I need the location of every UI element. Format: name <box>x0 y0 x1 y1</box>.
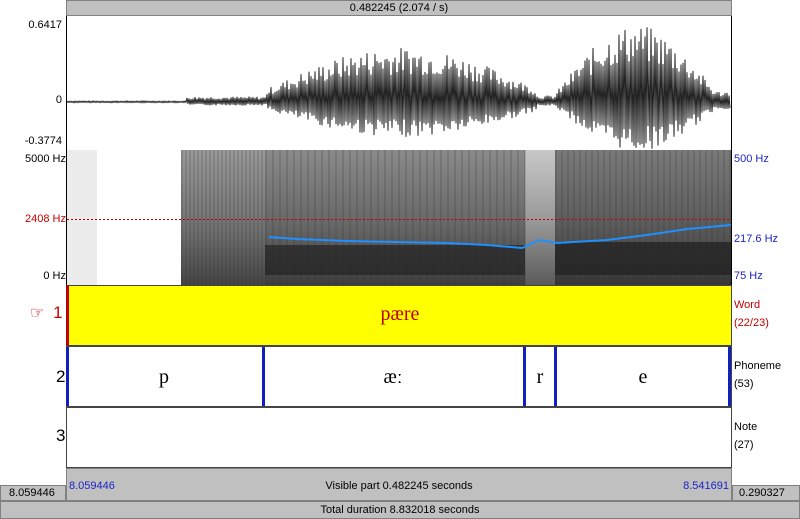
tier-3-number[interactable]: 3 <box>56 426 65 446</box>
total-duration-bar[interactable]: Total duration 8.832018 seconds <box>0 501 800 519</box>
tier-2-number[interactable]: 2 <box>56 367 65 387</box>
tier-1-count: (22/23) <box>734 317 769 329</box>
visible-end-time: 8.541691 <box>683 480 729 492</box>
tier-3-name[interactable]: Note <box>734 421 757 433</box>
selection-duration-bar[interactable]: 0.482245 (2.074 / s) <box>66 0 732 16</box>
visible-part-label: Visible part 0.482245 seconds <box>325 480 473 492</box>
tier-2-phoneme-tier[interactable]: p æː r e <box>66 346 732 407</box>
phoneme-e[interactable]: e <box>639 366 648 389</box>
spectrogram-panel[interactable] <box>66 150 732 285</box>
phoneme-p[interactable]: p <box>159 366 169 389</box>
tier-1-number: 1 <box>53 303 63 322</box>
selection-duration-label: 0.482245 (2.074 / s) <box>349 2 449 14</box>
pitch-value-label: 217.6 Hz <box>734 233 779 245</box>
spectrogram-freq-top-label: 5000 Hz <box>25 153 66 165</box>
waveform-max-label: 0.6417 <box>28 19 62 31</box>
tier-1-name[interactable]: Word <box>734 299 760 311</box>
tier-1-number-area[interactable]: ☞ 1 <box>30 303 63 323</box>
tier-1-row: ☞ 1 pære Word (22/23) <box>0 285 800 346</box>
phoneme-boundary[interactable] <box>66 347 69 406</box>
left-time-bar[interactable]: 8.059446 <box>0 485 66 501</box>
tier-3-row: 3 Note (27) <box>0 407 800 468</box>
right-time-label: 0.290327 <box>739 487 785 499</box>
tier-3-count: (27) <box>734 439 754 451</box>
waveform-min-label: -0.3774 <box>24 135 62 147</box>
tier-1-word-interval[interactable]: pære <box>66 285 732 346</box>
waveform-panel[interactable] <box>66 16 732 150</box>
waveform-zero-label: 0 <box>55 94 62 106</box>
tier-2-name[interactable]: Phoneme <box>734 360 781 372</box>
pointer-icon: ☞ <box>30 305 45 322</box>
phoneme-ae[interactable]: æː <box>384 366 403 389</box>
left-time-label: 8.059446 <box>9 487 55 499</box>
tier-2-row: 2 p æː r e Phoneme (53) <box>0 346 800 407</box>
tier-2-count: (53) <box>734 378 754 390</box>
right-time-bar[interactable]: 0.290327 <box>732 485 800 501</box>
spectrogram-cursor-freq-label: 2408 Hz <box>25 213 66 225</box>
word-interval-text: pære <box>380 303 420 325</box>
phoneme-r[interactable]: r <box>537 366 544 389</box>
spectrogram-freq-bottom-label: 0 Hz <box>43 270 66 282</box>
visible-part-bar[interactable]: 8.059446 Visible part 0.482245 seconds 8… <box>66 468 732 501</box>
spectrogram-graphic <box>67 150 731 285</box>
tier-3-note-tier[interactable] <box>66 407 732 468</box>
phoneme-boundary[interactable] <box>262 347 265 406</box>
phoneme-boundary[interactable] <box>523 347 526 406</box>
pitch-top-label: 500 Hz <box>734 153 769 165</box>
phoneme-boundary[interactable] <box>554 347 557 406</box>
pitch-bottom-label: 75 Hz <box>734 270 763 282</box>
phoneme-boundary[interactable] <box>728 347 731 406</box>
waveform-graphic <box>67 27 731 149</box>
total-duration-label: Total duration 8.832018 seconds <box>320 504 480 516</box>
